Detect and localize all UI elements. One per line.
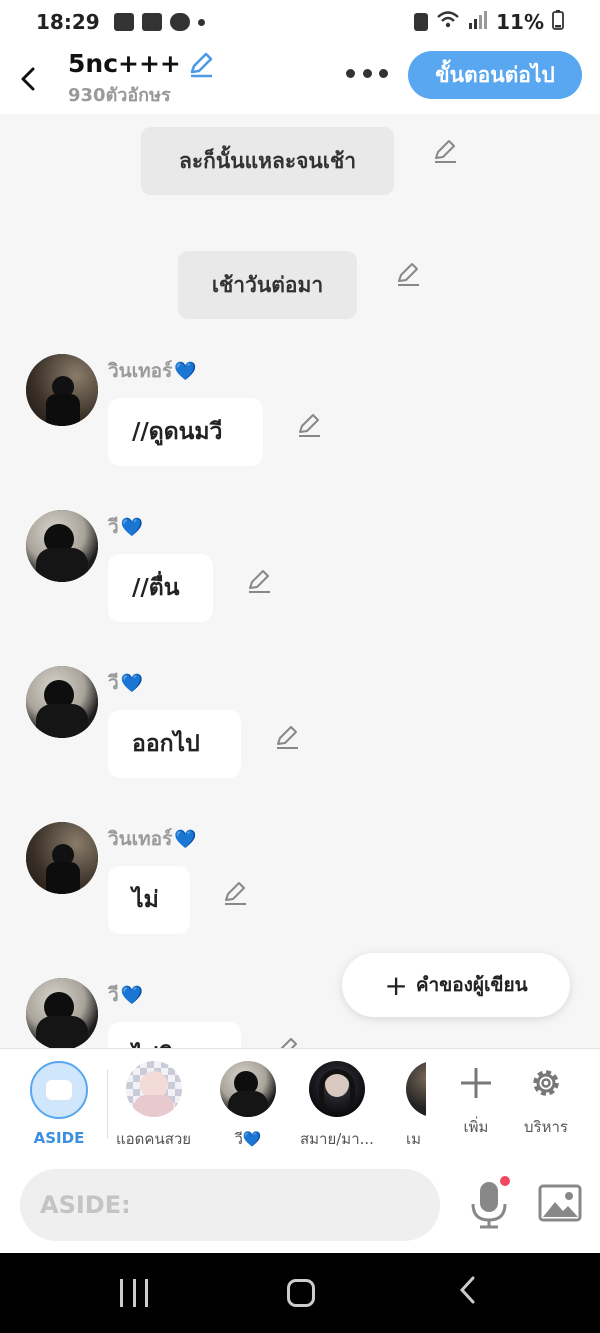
message-bubble[interactable]: //ตื่น <box>108 554 213 622</box>
app-notification-icon <box>169 13 190 31</box>
avatar-winter[interactable] <box>26 822 98 894</box>
chat-message: วินเทอร์ 💙 ไม่ <box>0 822 600 962</box>
chat-message: วี 💙 //ตื่น <box>0 510 600 650</box>
sender-name: วินเทอร์ <box>108 360 173 382</box>
back-button[interactable] <box>0 49 56 109</box>
character-aside[interactable]: ASIDE <box>30 1061 88 1147</box>
system-back-button[interactable] <box>458 1275 476 1313</box>
edit-title-icon[interactable] <box>187 50 215 78</box>
microphone-icon[interactable] <box>468 1180 510 1230</box>
plus-icon <box>456 1063 496 1103</box>
avatar-v[interactable] <box>26 978 98 1048</box>
message-bubble[interactable]: ออกไป <box>108 710 241 778</box>
system-nav-bar <box>0 1253 600 1333</box>
wifi-icon <box>436 10 460 35</box>
character-label: วี💙 <box>234 1130 262 1148</box>
edit-message-icon[interactable] <box>274 724 300 750</box>
character-partial[interactable]: เม <box>396 1061 426 1151</box>
heart-emoji: 💙 <box>174 360 197 382</box>
sender-name: วี <box>108 984 119 1006</box>
heart-emoji: 💙 <box>120 516 144 538</box>
avatar <box>406 1061 426 1117</box>
sender-name: วี <box>108 516 119 538</box>
heart-emoji: 💙 <box>120 672 144 694</box>
character-selector: ASIDE แอดคนสวย วี💙 สมาย/มา... เม เพิ่ม บ… <box>0 1048 600 1158</box>
edit-message-icon[interactable] <box>274 1036 300 1048</box>
manage-label: บริหาร <box>524 1118 568 1136</box>
signal-icon <box>468 10 488 34</box>
narration-bubble[interactable]: เช้าวันต่อมา <box>178 251 357 319</box>
gear-icon <box>526 1063 566 1103</box>
status-time: 18:29 <box>36 10 100 34</box>
battery-percent: 11% <box>496 10 544 34</box>
input-bar: ASIDE: <box>0 1158 600 1253</box>
chevron-left-icon <box>21 67 35 91</box>
youtube-notification-icon <box>141 13 162 31</box>
character-count: 930ตัวอักษร <box>68 85 171 106</box>
divider <box>107 1069 108 1139</box>
character-v[interactable]: วี💙 <box>220 1061 276 1151</box>
top-bar: 5nc+++ 930ตัวอักษร ขั้นตอนต่อไป <box>0 44 600 114</box>
chat-message: วี 💙 ออกไป <box>0 666 600 806</box>
add-label: เพิ่ม <box>463 1118 489 1136</box>
edit-message-icon[interactable] <box>395 261 421 287</box>
message-input[interactable]: ASIDE: <box>20 1169 440 1241</box>
heart-emoji: 💙 <box>174 828 197 850</box>
sender-name: วี <box>108 672 119 694</box>
character-label: สมาย/มา... <box>300 1130 374 1148</box>
character-label: เม <box>406 1130 422 1148</box>
chat-area[interactable]: ละก็นั้นแหละจนเช้า เช้าวันต่อมา วินเทอร์… <box>0 114 600 1048</box>
edit-message-icon[interactable] <box>296 412 322 438</box>
avatar <box>220 1061 276 1117</box>
author-note-button[interactable]: + คำของผู้เขียน <box>342 953 570 1017</box>
aside-icon <box>30 1061 88 1119</box>
more-notifications-icon <box>197 18 205 26</box>
recent-apps-button[interactable] <box>120 1279 148 1307</box>
recording-dot <box>500 1176 510 1186</box>
message-bubble[interactable]: ไม่ <box>108 866 190 934</box>
character-admin[interactable]: แอดคนสวย <box>116 1061 191 1151</box>
character-smile[interactable]: สมาย/มา... <box>300 1061 374 1151</box>
story-title: 5nc+++ <box>68 49 181 78</box>
home-button[interactable] <box>287 1279 315 1307</box>
plus-icon: + <box>384 968 408 1002</box>
avatar-winter[interactable] <box>26 354 98 426</box>
message-bubble[interactable]: ไปดิ <box>108 1022 241 1048</box>
character-label: ASIDE <box>33 1129 85 1147</box>
edit-message-icon[interactable] <box>432 138 458 164</box>
add-character-button[interactable]: เพิ่ม <box>456 1063 496 1139</box>
author-note-label: คำของผู้เขียน <box>415 974 528 996</box>
avatar <box>125 1061 182 1117</box>
alarm-icon <box>414 13 429 31</box>
avatar-v[interactable] <box>26 666 98 738</box>
heart-emoji: 💙 <box>120 984 144 1006</box>
image-icon[interactable] <box>538 1184 582 1222</box>
edit-message-icon[interactable] <box>222 880 248 906</box>
chat-message: วินเทอร์ 💙 //ดูดนมวี <box>0 354 600 494</box>
narration-bubble[interactable]: ละก็นั้นแหละจนเช้า <box>141 127 394 195</box>
edit-message-icon[interactable] <box>246 568 272 594</box>
more-options-button[interactable] <box>346 60 388 86</box>
sender-name: วินเทอร์ <box>108 828 173 850</box>
next-step-button[interactable]: ขั้นตอนต่อไป <box>408 51 582 99</box>
message-bubble[interactable]: //ดูดนมวี <box>108 398 263 466</box>
avatar <box>308 1061 365 1117</box>
avatar-v[interactable] <box>26 510 98 582</box>
story-title-block: 5nc+++ 930ตัวอักษร <box>68 49 215 109</box>
character-label: แอดคนสวย <box>116 1130 192 1148</box>
battery-icon <box>552 9 564 35</box>
manage-button[interactable]: บริหาร <box>524 1063 568 1139</box>
gallery-notification-icon <box>113 13 134 31</box>
status-bar: 18:29 11% <box>0 0 600 44</box>
